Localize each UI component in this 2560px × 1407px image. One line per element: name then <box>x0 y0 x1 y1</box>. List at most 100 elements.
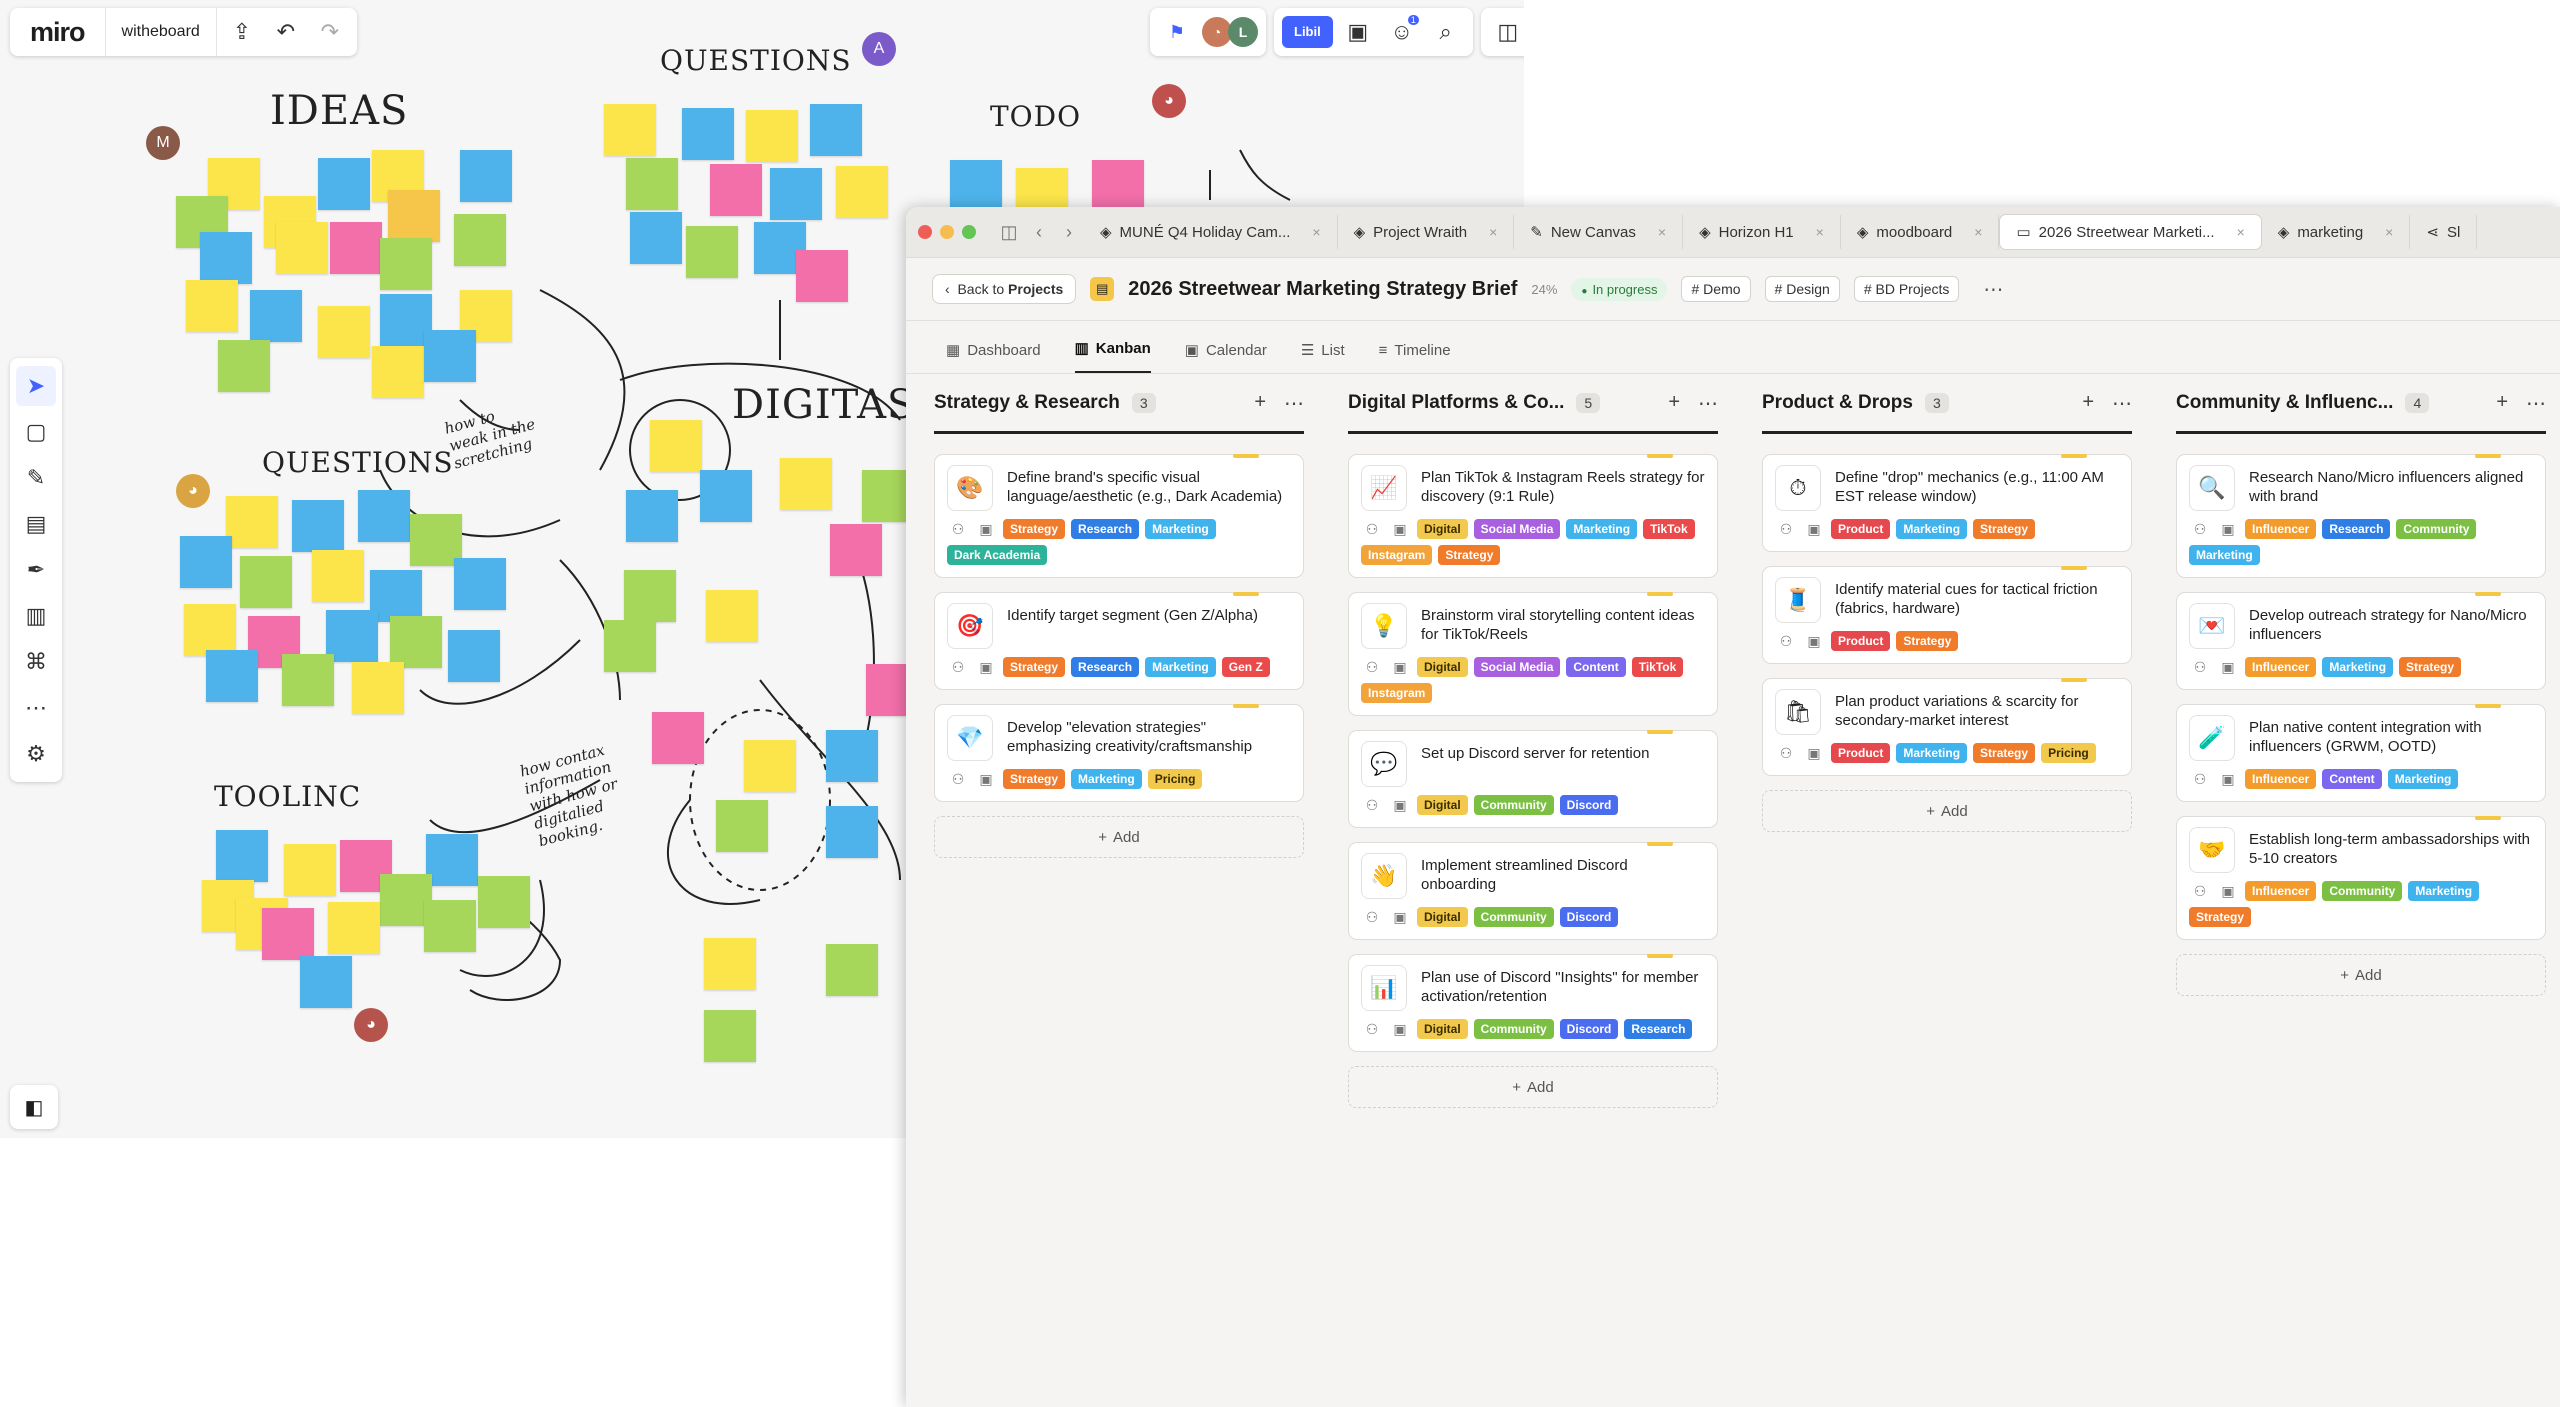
tag-badge[interactable]: Discord <box>1559 907 1619 927</box>
sticky-note[interactable] <box>250 290 302 342</box>
tab-list[interactable]: ☰ List <box>1301 341 1345 373</box>
sticky-note-icon[interactable]: ▤ <box>16 504 56 544</box>
maximize-window-icon[interactable] <box>962 225 976 239</box>
tag-badge[interactable]: Marketing <box>2387 769 2459 789</box>
sticky-note[interactable] <box>626 490 678 542</box>
task-card[interactable]: 💡 Brainstorm viral storytelling content i… <box>1348 592 1718 716</box>
sticky-note[interactable] <box>200 232 252 284</box>
due-date-icon[interactable]: ▣ <box>2217 521 2239 538</box>
column-menu-icon[interactable]: ⋯ <box>2112 391 2132 416</box>
sticky-note[interactable] <box>448 630 500 682</box>
sticky-note[interactable] <box>276 222 328 274</box>
tag-badge[interactable]: Community <box>2396 519 2477 539</box>
due-date-icon[interactable]: ▣ <box>2217 771 2239 788</box>
sticky-note[interactable] <box>682 108 734 160</box>
due-date-icon[interactable]: ▣ <box>1389 521 1411 538</box>
assignee-icon[interactable]: ⚇ <box>947 521 969 538</box>
task-card[interactable]: 🤝 Establish long-term ambassadorships wit… <box>2176 816 2546 940</box>
sticky-note[interactable] <box>686 226 738 278</box>
sticky-note[interactable] <box>426 834 478 886</box>
sticky-note[interactable] <box>780 458 832 510</box>
tag-badge[interactable]: Strategy <box>1003 657 1066 677</box>
tab-calendar[interactable]: ▣ Calendar <box>1185 341 1267 373</box>
tag-badge[interactable]: Community <box>1473 907 1554 927</box>
tag-badge[interactable]: Research <box>1071 657 1140 677</box>
due-date-icon[interactable]: ▣ <box>975 771 997 788</box>
assignee-icon[interactable]: ⚇ <box>2189 659 2211 676</box>
sticky-note[interactable] <box>652 712 704 764</box>
sticky-note[interactable] <box>372 346 424 398</box>
add-card-button[interactable]: + Add <box>1348 1066 1718 1108</box>
sticky-note[interactable] <box>604 620 656 672</box>
task-card[interactable]: 🔍 Research Nano/Micro influencers aligned… <box>2176 454 2546 578</box>
more-options-icon[interactable]: ⋯ <box>1973 277 2013 302</box>
tag-badge[interactable]: Instagram <box>1361 683 1433 703</box>
column-menu-icon[interactable]: ⋯ <box>1284 391 1304 416</box>
tag-badge[interactable]: Pricing <box>1147 769 1203 789</box>
tag-badge[interactable]: Instagram <box>1361 545 1433 565</box>
sticky-note[interactable] <box>746 110 798 162</box>
tab-new-canvas[interactable]: ✎ New Canvas × <box>1514 215 1684 249</box>
column-menu-icon[interactable]: ⋯ <box>1698 391 1718 416</box>
redo-icon[interactable]: ↷ <box>311 13 349 51</box>
search-icon[interactable]: ⌕ <box>1427 13 1465 51</box>
sticky-note[interactable] <box>328 902 380 954</box>
task-card[interactable]: ⏱ Define "drop" mechanics (e.g., 11:00 AM… <box>1762 454 2132 552</box>
sticky-note[interactable] <box>292 500 344 552</box>
column-menu-icon[interactable]: ⋯ <box>2526 391 2546 416</box>
tab-horizon-h1[interactable]: ◈ Horizon H1 × <box>1683 215 1841 249</box>
close-tab-icon[interactable]: × <box>2385 224 2393 240</box>
sticky-note[interactable] <box>424 900 476 952</box>
board-panel-icon[interactable]: ◫ <box>1489 13 1524 51</box>
due-date-icon[interactable]: ▣ <box>975 521 997 538</box>
board-name[interactable]: witheboard <box>104 8 217 56</box>
task-card[interactable]: 🧪 Plan native content integration with in… <box>2176 704 2546 802</box>
sticky-note[interactable] <box>262 908 314 960</box>
assignee-icon[interactable]: ⚇ <box>1775 633 1797 650</box>
select-tool-icon[interactable]: ➤ <box>16 366 56 406</box>
sticky-note[interactable] <box>710 164 762 216</box>
assignee-icon[interactable]: ⚇ <box>1361 909 1383 926</box>
task-card[interactable]: 💌 Develop outreach strategy for Nano/Micr… <box>2176 592 2546 690</box>
tag-badge[interactable]: TikTok <box>1643 519 1695 539</box>
sticky-note[interactable] <box>388 190 440 242</box>
sticky-note[interactable] <box>1092 160 1144 212</box>
sidebar-toggle-icon[interactable]: ◫ <box>994 222 1024 243</box>
undo-icon[interactable]: ↶ <box>267 13 305 51</box>
present-icon[interactable]: ▣ <box>1339 13 1377 51</box>
connector-icon[interactable]: ⌘ <box>16 642 56 682</box>
sticky-note[interactable] <box>318 306 370 358</box>
assignee-icon[interactable]: ⚇ <box>1361 659 1383 676</box>
sticky-note[interactable] <box>218 340 270 392</box>
tag-badge[interactable]: Dark Academia <box>947 545 1048 565</box>
close-tab-icon[interactable]: × <box>1816 224 1824 240</box>
tag-badge[interactable]: Strategy <box>1896 631 1959 651</box>
sticky-note[interactable] <box>826 730 878 782</box>
task-card[interactable]: 📈 Plan TikTok & Instagram Reels strategy … <box>1348 454 1718 578</box>
tag-badge[interactable]: Influencer <box>2245 519 2317 539</box>
task-card[interactable]: 🧵 Identify material cues for tactical fri… <box>1762 566 2132 664</box>
add-card-button[interactable]: + Add <box>2176 954 2546 996</box>
sticky-note[interactable] <box>826 944 878 996</box>
sticky-note[interactable] <box>478 876 530 928</box>
sticky-note[interactable] <box>460 150 512 202</box>
assignee-icon[interactable]: ⚇ <box>1361 1021 1383 1038</box>
export-icon[interactable]: ⇪ <box>223 13 261 51</box>
sticky-note[interactable] <box>454 214 506 266</box>
tag-badge[interactable]: Digital <box>1417 907 1468 927</box>
tag-badge[interactable]: Marketing <box>2408 881 2480 901</box>
status-badge[interactable]: In progress <box>1571 277 1668 301</box>
close-tab-icon[interactable]: × <box>1658 224 1666 240</box>
minimize-window-icon[interactable] <box>940 225 954 239</box>
tag-badge[interactable]: Social Media <box>1473 657 1561 677</box>
sticky-note[interactable] <box>390 616 442 668</box>
chip-design[interactable]: # Design <box>1764 276 1840 302</box>
apps-icon[interactable]: ⚙ <box>16 734 56 774</box>
sticky-note[interactable] <box>454 558 506 610</box>
sticky-note[interactable] <box>424 330 476 382</box>
sidebar-toggle-icon[interactable]: ◧ <box>10 1085 58 1129</box>
close-tab-icon[interactable]: × <box>2237 224 2245 240</box>
tag-badge[interactable]: Content <box>1566 657 1626 677</box>
reactions-icon[interactable]: ☺ 1 <box>1383 13 1421 51</box>
tag-badge[interactable]: Influencer <box>2245 657 2317 677</box>
